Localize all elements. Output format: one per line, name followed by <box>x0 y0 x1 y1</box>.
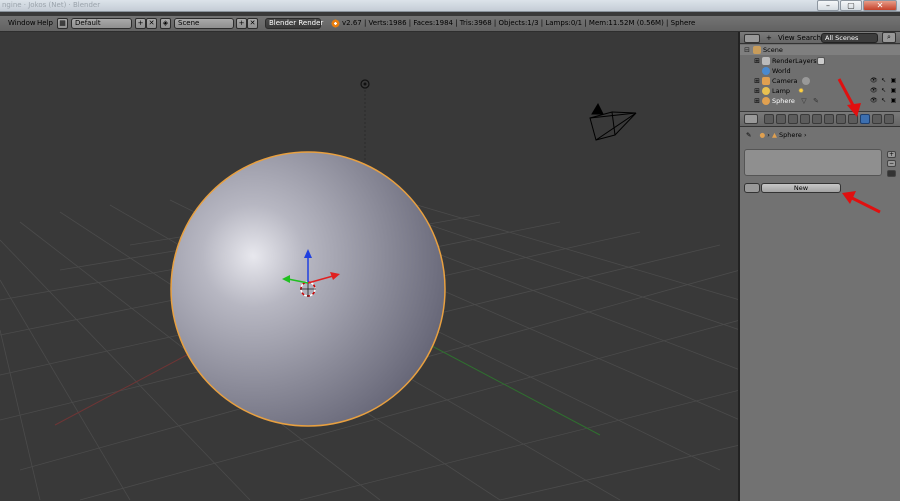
pin-icon[interactable]: ✎ <box>746 131 751 139</box>
sphere-visibility: 👁 ↖ ▣ <box>870 97 897 104</box>
x-axis-line <box>54 347 201 426</box>
menu-help[interactable]: Help <box>37 19 53 27</box>
lamp-data-icon: ✹ <box>798 87 804 95</box>
render-icon[interactable]: ▣ <box>890 87 897 94</box>
object-tab-icon[interactable] <box>812 114 822 124</box>
render-engine-selector[interactable]: Blender Render <box>265 18 323 29</box>
object-breadcrumb-icon: ▲ <box>771 131 777 139</box>
material-datablock-row: New <box>744 183 841 193</box>
mesh-breadcrumb-icon: ● <box>759 131 766 139</box>
cursor-select-icon[interactable]: ↖ <box>880 87 887 94</box>
material-slot-list[interactable] <box>744 149 882 176</box>
render-tab-icon[interactable] <box>764 114 774 124</box>
window-titlebar: ngine · Jokos (Net) · Blender – ▢ ✕ <box>0 0 900 12</box>
layout-selector[interactable]: Default <box>71 18 132 29</box>
remove-layout-icon[interactable]: ✕ <box>146 18 157 29</box>
lamp-icon <box>762 87 770 95</box>
properties-editor-type-icon[interactable] <box>744 114 758 124</box>
outliner-label-sphere: Sphere <box>772 97 795 105</box>
render-icon[interactable]: ▣ <box>890 97 897 104</box>
world-icon <box>762 67 770 75</box>
outliner-editor-type-icon[interactable] <box>744 34 760 43</box>
breadcrumb: ✎ ● › ▲ Sphere › <box>746 131 807 139</box>
add-layout-icon[interactable]: + <box>135 18 146 29</box>
expand-icon[interactable]: ⊞ <box>753 77 761 85</box>
eye-icon[interactable]: 👁 <box>870 97 878 104</box>
minimize-button[interactable]: – <box>817 0 839 11</box>
outliner-row-world[interactable]: World <box>740 66 900 76</box>
expand-toggle-icon[interactable]: + <box>766 34 772 42</box>
outliner-label-lamp: Lamp <box>772 87 791 95</box>
eye-icon[interactable]: 👁 <box>870 77 878 84</box>
viewport-scene <box>0 79 738 501</box>
collapse-icon[interactable]: ⊟ <box>743 46 751 54</box>
outliner-row-renderlayers[interactable]: ⊞ RenderLayers <box>740 56 900 66</box>
modifier-icon: ▽ <box>801 97 807 105</box>
outliner-menu-view[interactable]: View <box>778 34 795 42</box>
annotation-arrow-bottom <box>842 191 881 214</box>
annotation-arrow-top <box>837 78 861 117</box>
outliner-row-camera[interactable]: ⊞ Camera 👁 ↖ ▣ <box>740 76 900 86</box>
outliner-label-renderlayers: RenderLayers <box>772 57 817 65</box>
slot-specials-button[interactable] <box>887 170 896 177</box>
outliner-row-scene[interactable]: ⊟ Scene <box>740 45 900 55</box>
expand-icon[interactable]: ⊞ <box>753 57 761 65</box>
camera-visibility: 👁 ↖ ▣ <box>870 77 897 84</box>
lamp-visibility: 👁 ↖ ▣ <box>870 87 897 94</box>
world-tab-icon[interactable] <box>800 114 810 124</box>
y-axis-line <box>429 344 601 436</box>
render-layers-tab-icon[interactable] <box>776 114 786 124</box>
camera-data-icon <box>802 77 810 85</box>
particles-tab-icon[interactable] <box>884 114 894 124</box>
render-icon[interactable]: ▣ <box>890 77 897 84</box>
outliner-panel: + View Search All Scenes ⌕ ⊟ Scene ⊞ Ren… <box>740 32 900 111</box>
material-browse-icon[interactable] <box>744 183 760 193</box>
menu-window[interactable]: Window <box>8 19 36 27</box>
mesh-icon <box>762 97 770 105</box>
outliner-row-lamp[interactable]: ⊞ Lamp ✹ 👁 ↖ ▣ <box>740 86 900 96</box>
screen-layout-icon[interactable]: ▦ <box>57 18 68 29</box>
blender-logo-icon <box>331 19 340 28</box>
constraints-tab-icon[interactable] <box>824 114 834 124</box>
outliner-label-scene: Scene <box>763 46 783 54</box>
scene-stats: v2.67 | Verts:1986 | Faces:1984 | Tris:3… <box>342 19 696 27</box>
new-material-button[interactable]: New <box>761 183 841 193</box>
render-layer-badge-icon <box>817 57 825 65</box>
outliner-label-world: World <box>772 67 791 75</box>
scene-selector[interactable]: Scene <box>174 18 234 29</box>
info-header: Window Help ▦ Default + ✕ ◈ Scene + ✕ Bl… <box>0 16 900 32</box>
outliner-menu-search[interactable]: Search <box>797 34 821 42</box>
wrench-icon: ✎ <box>813 97 819 105</box>
remove-slot-button[interactable]: − <box>887 160 896 167</box>
close-button[interactable]: ✕ <box>863 0 897 11</box>
expand-icon[interactable]: ⊞ <box>753 97 761 105</box>
window-title: ngine · Jokos (Net) · Blender <box>2 1 101 9</box>
outliner-row-sphere[interactable]: ⊞ Sphere ▽ ✎ 👁 ↖ ▣ <box>740 96 900 106</box>
outliner-header: + View Search All Scenes ⌕ <box>740 32 900 44</box>
properties-tabbar <box>740 112 900 127</box>
breadcrumb-object-name: Sphere <box>779 131 802 139</box>
camera-icon <box>762 77 770 85</box>
add-scene-icon[interactable]: + <box>236 18 247 29</box>
render-layers-icon <box>762 57 770 65</box>
3d-viewport[interactable] <box>0 32 738 501</box>
cursor-select-icon[interactable]: ↖ <box>880 77 887 84</box>
properties-panel: ✎ ● › ▲ Sphere › + − New <box>740 112 900 501</box>
outliner-label-camera: Camera <box>772 77 798 85</box>
scene-tab-icon[interactable] <box>788 114 798 124</box>
scene-icon <box>753 46 761 54</box>
window-controls: – ▢ ✕ <box>817 0 897 11</box>
add-slot-button[interactable]: + <box>887 151 896 158</box>
expand-icon[interactable]: ⊞ <box>753 87 761 95</box>
camera-object-icon[interactable] <box>589 102 637 141</box>
outliner-display-mode[interactable]: All Scenes <box>821 33 878 43</box>
cursor-select-icon[interactable]: ↖ <box>880 97 887 104</box>
maximize-button[interactable]: ▢ <box>840 0 862 11</box>
eye-icon[interactable]: 👁 <box>870 87 878 94</box>
search-icon[interactable]: ⌕ <box>882 32 896 43</box>
scene-icon[interactable]: ◈ <box>160 18 171 29</box>
remove-scene-icon[interactable]: ✕ <box>247 18 258 29</box>
texture-tab-icon[interactable] <box>872 114 882 124</box>
